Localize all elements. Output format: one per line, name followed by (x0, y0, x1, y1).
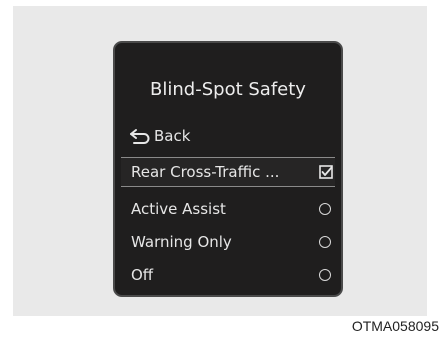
radio-unselected-icon[interactable] (319, 236, 331, 248)
menu-item-off[interactable]: Off (121, 260, 335, 290)
radio-unselected-icon[interactable] (319, 203, 331, 215)
menu-item-label: Active Assist (131, 200, 226, 218)
menu-item-warning-only[interactable]: Warning Only (121, 227, 335, 257)
radio-unselected-icon[interactable] (319, 269, 331, 281)
menu-title: Blind-Spot Safety (150, 79, 306, 100)
menu-item-label: Rear Cross-Traffic ... (131, 163, 280, 181)
back-button[interactable]: Back (129, 127, 190, 145)
menu-item-label: Off (131, 266, 154, 284)
return-arrow-icon (130, 129, 150, 144)
menu-item-label: Warning Only (131, 233, 232, 251)
menu-item-active-assist[interactable]: Active Assist (121, 194, 335, 224)
back-label: Back (154, 127, 191, 145)
menu-item-rear-cross-traffic[interactable]: Rear Cross-Traffic ... (121, 157, 335, 187)
cluster-menu-panel: Blind-Spot Safety Back Rear Cross-Traffi… (113, 41, 343, 297)
figure-code: OTMA058095 (351, 318, 439, 334)
checkbox-checked-icon[interactable] (319, 165, 333, 179)
